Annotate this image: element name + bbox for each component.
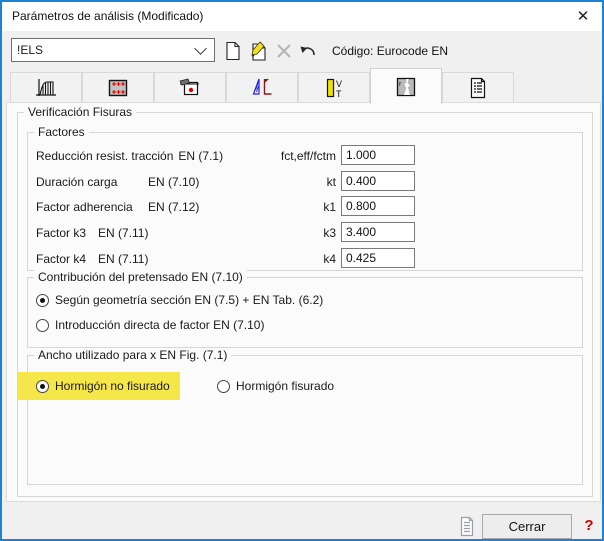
radio-icon[interactable] <box>36 380 49 393</box>
factor-code: EN (7.12) <box>148 200 199 214</box>
radio-label: Introducción directa de factor EN (7.10) <box>55 318 264 332</box>
shear-diagram-icon <box>250 77 274 99</box>
group-pretensado: Contribución del pretensado EN (7.10) Se… <box>27 277 583 348</box>
radio-label: Hormigón fisurado <box>236 379 334 393</box>
tab-section-reinforcement[interactable] <box>82 72 154 102</box>
group-factores: Factores Reducción resist. tracción EN (… <box>27 132 583 271</box>
delete-x-icon[interactable] <box>272 40 296 62</box>
radio-icon[interactable] <box>36 294 49 307</box>
factor-symbol: k3 <box>201 226 336 240</box>
factor-name: Factor k3 <box>36 226 86 240</box>
analysis-parameters-dialog: Parámetros de análisis (Modificado) ✕ !E… <box>0 0 604 541</box>
group-title: Verificación Fisuras <box>24 105 136 119</box>
title-bar: Parámetros de análisis (Modificado) ✕ <box>2 2 602 31</box>
edit-document-glyph <box>248 41 270 61</box>
radio-label: Según geometría sección EN (7.5) + EN Ta… <box>55 293 323 307</box>
new-document-glyph <box>223 41 243 61</box>
factores-title: Factores <box>34 125 89 139</box>
radio-hormigon-fisurado[interactable]: Hormigón fisurado <box>217 377 334 395</box>
section-reinforcement-icon <box>106 77 130 99</box>
code-label: Código: Eurocode EN <box>332 44 448 58</box>
factor-name: Factor k4 <box>36 252 86 266</box>
edit-document-icon[interactable] <box>247 40 271 62</box>
radio-icon[interactable] <box>36 319 49 332</box>
radio-introduccion-directa[interactable]: Introducción directa de factor EN (7.10) <box>36 316 264 334</box>
k1-input[interactable] <box>341 196 415 216</box>
radio-icon[interactable] <box>217 380 230 393</box>
cracking-tab-page: Verificación Fisuras Factores Reducción … <box>6 102 601 502</box>
parameter-set-combobox[interactable]: !ELS <box>11 38 215 62</box>
tendon-icon <box>178 77 202 99</box>
stress-diagram-icon <box>34 77 58 99</box>
tab-report[interactable] <box>442 72 514 102</box>
factor-row: Factor k4 EN (7.11) k4 <box>36 248 576 270</box>
kt-input[interactable] <box>341 171 415 191</box>
new-document-icon[interactable] <box>221 40 245 62</box>
radio-segun-geometria[interactable]: Según geometría sección EN (7.5) + EN Ta… <box>36 291 323 309</box>
tab-tendon[interactable] <box>154 72 226 102</box>
svg-text:V: V <box>336 79 342 89</box>
vt-forces-icon: V T <box>322 77 346 99</box>
factor-code: EN (7.11) <box>98 252 148 266</box>
close-icon[interactable]: ✕ <box>570 4 596 28</box>
factor-symbol: fct,eff/fctm <box>201 149 336 163</box>
factor-row: Reducción resist. tracción EN (7.1) fct,… <box>36 145 576 167</box>
radio-hormigon-no-fisurado[interactable]: Hormigón no fisurado <box>36 377 170 395</box>
factor-symbol: k4 <box>201 252 336 266</box>
factor-row: Duración carga EN (7.10) kt <box>36 171 576 193</box>
tab-cracking[interactable]: r <box>370 68 442 104</box>
k4-input[interactable] <box>341 248 415 268</box>
report-preview-glyph <box>458 516 476 537</box>
cracking-icon: r <box>394 76 418 98</box>
combobox-value: !ELS <box>12 43 196 57</box>
cerrar-button[interactable]: Cerrar <box>482 514 572 539</box>
fct-eff-fctm-input[interactable] <box>341 145 415 165</box>
dialog-title: Parámetros de análisis (Modificado) <box>12 9 203 23</box>
factor-name: Reducción resist. tracción <box>36 149 173 163</box>
tab-shear-diagram[interactable] <box>226 72 298 102</box>
svg-text:T: T <box>336 89 342 99</box>
report-icon <box>466 77 490 99</box>
delete-x-glyph <box>275 42 293 60</box>
report-preview-icon[interactable] <box>454 513 480 539</box>
factor-code: EN (7.11) <box>98 226 148 240</box>
tab-stress-diagram[interactable] <box>10 72 82 102</box>
ancho-title: Ancho utilizado para x EN Fig. (7.1) <box>34 348 231 362</box>
factor-name: Duración carga <box>36 175 148 189</box>
factor-name: Factor adherencia <box>36 200 148 214</box>
factor-row: Factor k3 EN (7.11) k3 <box>36 222 576 244</box>
tab-vt-forces[interactable]: V T <box>298 72 370 102</box>
factor-row: Factor adherencia EN (7.12) k1 <box>36 196 576 218</box>
radio-label: Hormigón no fisurado <box>55 379 170 393</box>
k3-input[interactable] <box>341 222 415 242</box>
help-icon[interactable]: ? <box>580 513 598 537</box>
undo-icon[interactable] <box>296 40 320 62</box>
chevron-down-icon <box>194 42 207 55</box>
factor-symbol: k1 <box>201 200 336 214</box>
factor-code: EN (7.10) <box>148 175 199 189</box>
undo-glyph <box>298 42 318 60</box>
pretensado-title: Contribución del pretensado EN (7.10) <box>34 270 247 284</box>
factor-symbol: kt <box>201 175 336 189</box>
